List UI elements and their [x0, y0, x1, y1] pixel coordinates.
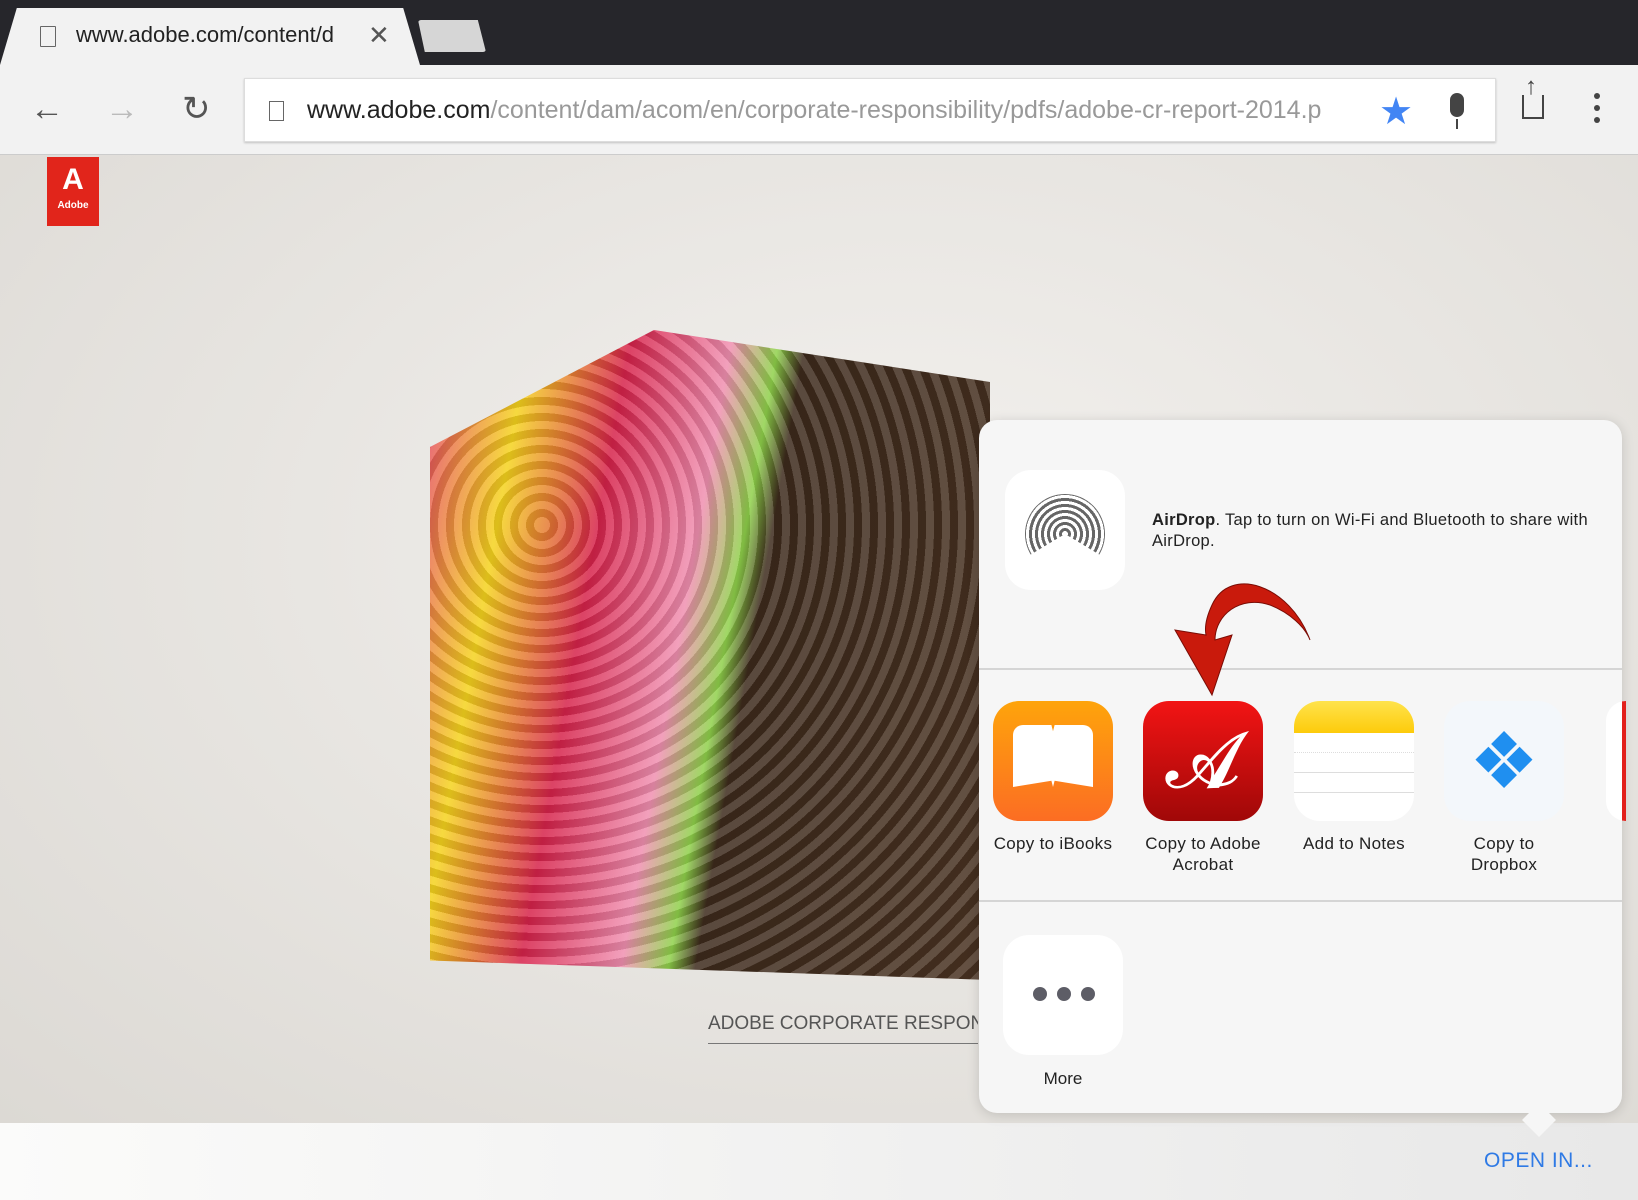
copy-to-adobe-acrobat[interactable]: 𝓐 Copy to Adobe Acrobat	[1128, 701, 1278, 875]
url-host: www.adobe.com	[307, 96, 491, 124]
new-tab-button[interactable]	[418, 20, 486, 52]
copy-to-dropbox[interactable]: ❖ Copy to Dropbox	[1429, 701, 1579, 875]
share-sheet: AirDrop. Tap to turn on Wi-Fi and Blueto…	[978, 420, 1626, 1113]
divider	[979, 900, 1622, 902]
toolbar: ← → ↻ www.adobe.com/content/dam/acom/en/…	[0, 65, 1638, 155]
copy-to-ibooks[interactable]: Copy to iBooks	[978, 701, 1128, 854]
more-label: More	[1043, 1069, 1083, 1088]
dropbox-icon: ❖	[1444, 701, 1564, 821]
flower-cube-image	[430, 330, 990, 980]
red-arrow-annotation	[1174, 583, 1311, 697]
open-in-button[interactable]: OPEN IN...	[1484, 1149, 1593, 1173]
url-path: /content/dam/acom/en/corporate-responsib…	[490, 96, 1322, 124]
acrobat-icon: 𝓐	[1143, 701, 1263, 821]
airdrop-message: AirDrop. Tap to turn on Wi-Fi and Blueto…	[1152, 511, 1588, 550]
report-caption: ADOBE CORPORATE RESPONSIBILITY	[708, 1013, 978, 1044]
tab-strip: www.adobe.com/content/d ✕	[0, 0, 1638, 65]
more-icon	[1033, 987, 1095, 1001]
airdrop-icon	[1025, 494, 1105, 558]
tab-title: www.adobe.com/content/d	[76, 22, 335, 47]
page-icon	[269, 101, 284, 121]
notes-icon	[1294, 701, 1414, 821]
forward-icon[interactable]: →	[105, 89, 139, 129]
back-icon[interactable]: ←	[30, 89, 64, 129]
more-button[interactable]	[1003, 935, 1123, 1055]
bookmark-star-icon[interactable]: ★	[1379, 89, 1413, 134]
microphone-icon[interactable]	[1450, 93, 1464, 129]
share-icon[interactable]	[1522, 73, 1544, 119]
menu-icon[interactable]	[1594, 93, 1602, 129]
address-bar[interactable]: www.adobe.com/content/dam/acom/en/corpor…	[244, 78, 1496, 142]
page-icon	[40, 26, 56, 47]
next-app-partial[interactable]	[1606, 701, 1626, 821]
ibooks-icon	[993, 701, 1113, 821]
add-to-notes[interactable]: Add to Notes	[1279, 701, 1429, 854]
close-icon[interactable]: ✕	[368, 20, 390, 51]
airdrop-button[interactable]	[1005, 470, 1125, 590]
bottom-bar: OPEN IN...	[0, 1123, 1638, 1200]
reload-icon[interactable]: ↻	[182, 89, 211, 129]
adobe-logo: A Adobe	[47, 157, 99, 226]
tab-active[interactable]: www.adobe.com/content/d ✕	[0, 8, 420, 65]
